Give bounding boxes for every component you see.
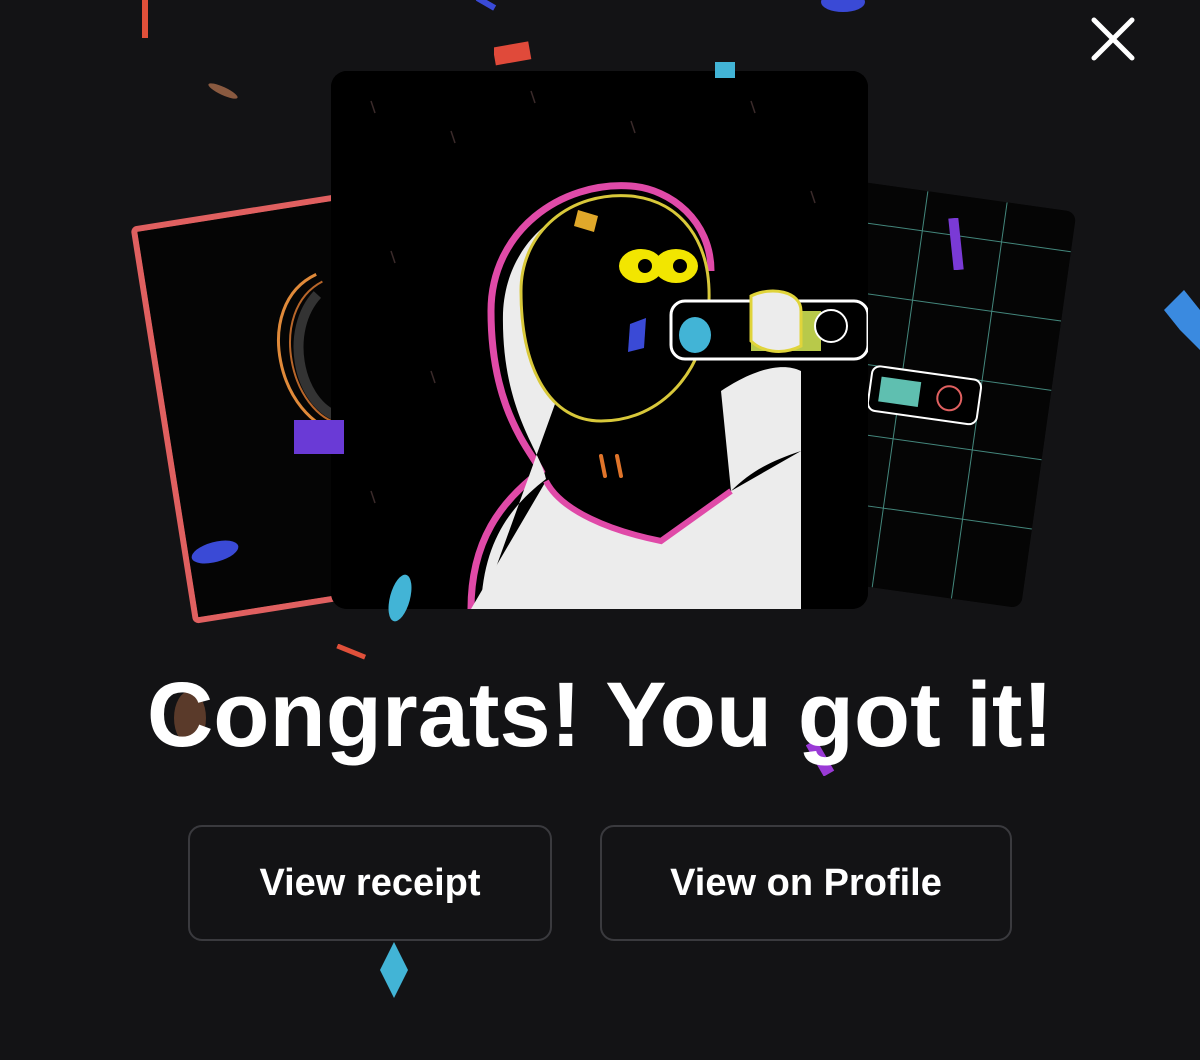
confetti-piece xyxy=(190,536,240,568)
confetti-piece xyxy=(626,318,650,352)
confetti-piece xyxy=(1164,290,1200,350)
artwork-image-main xyxy=(331,71,868,609)
confetti-piece xyxy=(140,0,150,38)
artwork-stack xyxy=(0,0,1200,998)
artwork-card-main[interactable] xyxy=(331,71,868,609)
view-on-profile-button[interactable]: View on Profile xyxy=(600,825,1012,941)
confetti-piece xyxy=(380,942,408,998)
confetti-piece xyxy=(334,644,368,660)
confetti-piece xyxy=(494,38,534,68)
confetti-piece xyxy=(474,0,500,12)
congrats-modal: Congrats! You got it! View receipt View … xyxy=(0,0,1200,1060)
confetti-piece xyxy=(948,218,964,270)
confetti-piece xyxy=(386,572,414,624)
confetti-piece xyxy=(715,62,737,80)
confetti-piece xyxy=(820,0,866,12)
congrats-headline: Congrats! You got it! xyxy=(146,664,1054,766)
view-receipt-label: View receipt xyxy=(259,861,481,904)
confetti-piece xyxy=(205,82,241,100)
confetti-piece xyxy=(572,206,602,234)
confetti-piece xyxy=(294,420,344,454)
view-receipt-button[interactable]: View receipt xyxy=(188,825,552,941)
confetti-piece xyxy=(678,316,712,354)
view-on-profile-label: View on Profile xyxy=(670,861,942,904)
